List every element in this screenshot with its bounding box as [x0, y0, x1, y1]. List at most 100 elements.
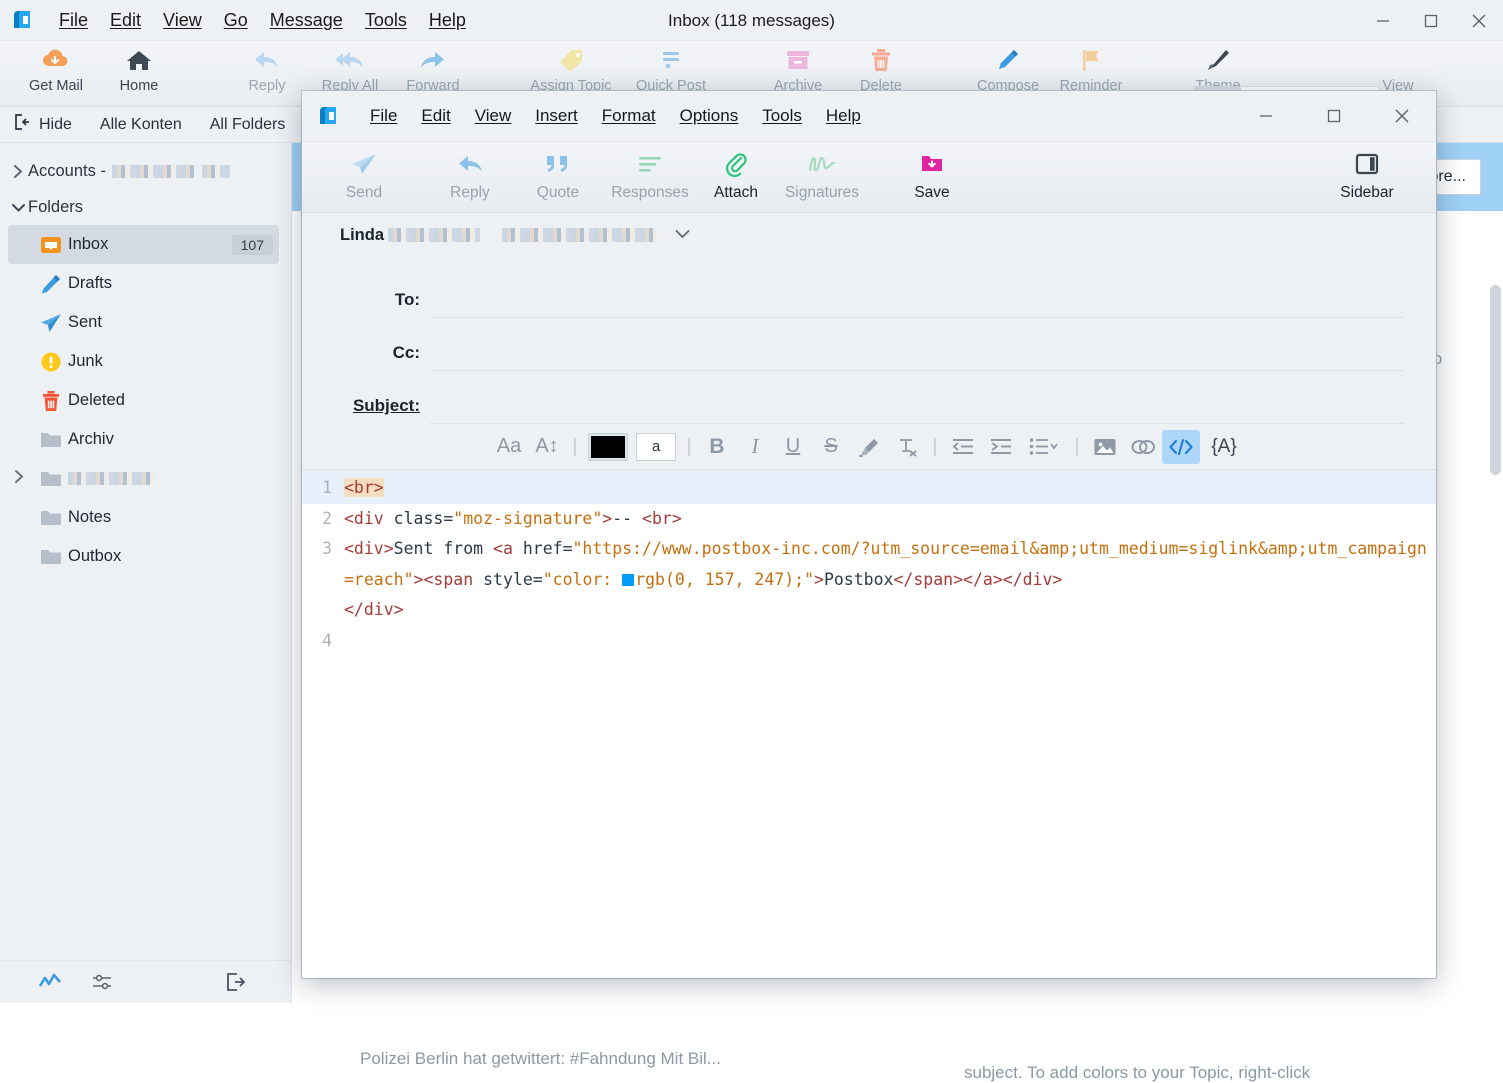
code-line-1-text[interactable]: <br> [344, 473, 1436, 504]
identity-selector[interactable]: Linda [302, 213, 1436, 257]
hide-sidebar-button[interactable]: Hide [0, 114, 86, 135]
sidebar-item-drafts[interactable]: Drafts [8, 264, 279, 303]
all-folders-button[interactable]: All Folders [196, 116, 300, 134]
warning-circle-icon [34, 351, 68, 373]
code-line-3-text[interactable]: <div>Sent from <a href="https://www.post… [344, 534, 1436, 626]
paperclip-icon [723, 148, 749, 180]
quote-button[interactable]: Quote [506, 148, 610, 210]
sidebar-item-deleted[interactable]: Deleted [8, 381, 279, 420]
font-size-button[interactable]: A↕ [528, 430, 566, 464]
compose-window: File Edit View Insert Format Options Too… [302, 91, 1436, 978]
message-snippet-3: subject. To add colors to your Topic, ri… [964, 1063, 1310, 1083]
reply-button-label: Reply [450, 184, 490, 202]
menu-file[interactable]: File [48, 8, 99, 33]
message-snippet-1: Polizei Berlin hat getwittert: #Fahndung… [360, 1049, 721, 1069]
close-button[interactable] [1455, 0, 1503, 41]
exit-icon[interactable] [210, 973, 262, 991]
menu-message-label: Message [270, 10, 343, 30]
signatures-button[interactable]: Signatures [770, 148, 874, 210]
toolbar-get-mail[interactable]: Get Mail [8, 45, 104, 103]
code-line-2-text[interactable]: <div class="moz-signature">-- <br> [344, 504, 1436, 535]
sidebar-item-notes[interactable]: Notes [8, 498, 279, 537]
reply-arrow-icon [455, 148, 485, 180]
compose-menu-options-label: Options [680, 106, 739, 125]
cc-input[interactable] [430, 318, 1404, 371]
compose-close-button[interactable] [1368, 91, 1436, 141]
save-button[interactable]: Save [880, 148, 984, 210]
sidebar-item-junk[interactable]: Junk [8, 342, 279, 381]
html-source-button[interactable] [1162, 430, 1200, 464]
sidebar-toggle-button[interactable]: Sidebar [1315, 148, 1419, 210]
menu-message[interactable]: Message [259, 8, 354, 33]
message-list-scrollbar[interactable] [1490, 285, 1501, 475]
all-accounts-button[interactable]: Alle Konten [86, 116, 196, 134]
send-button[interactable]: Send [312, 148, 416, 210]
sidebar-item-sent[interactable]: Sent [8, 303, 279, 342]
html-source-editor[interactable]: 1 <br> 2 <div class="moz-signature">-- <… [302, 473, 1436, 978]
activity-chart-icon[interactable] [24, 973, 76, 991]
indent-button[interactable] [982, 430, 1020, 464]
sidebar-item-sent-label: Sent [68, 313, 279, 332]
to-input[interactable] [430, 265, 1404, 318]
compose-maximize-button[interactable] [1300, 91, 1368, 141]
italic-button[interactable]: I [736, 430, 774, 464]
compose-menu-help[interactable]: Help [814, 104, 873, 128]
compose-menu-insert[interactable]: Insert [523, 104, 590, 128]
folders-section-header[interactable]: Folders [0, 189, 291, 225]
insert-variable-button[interactable]: {A} [1200, 430, 1248, 464]
menu-view[interactable]: View [152, 8, 213, 33]
toolbar-reply-label: Reply [248, 78, 285, 94]
compose-menu-edit[interactable]: Edit [409, 104, 462, 128]
compose-minimize-button[interactable] [1232, 91, 1300, 141]
compose-menu-format[interactable]: Format [590, 104, 668, 128]
main-menubar: File Edit View Go Message Tools Help [0, 0, 1503, 41]
accounts-section-header[interactable]: Accounts - [0, 153, 291, 189]
font-family-button[interactable]: Aa [490, 430, 528, 464]
clear-formatting-button[interactable] [888, 430, 926, 464]
compose-menu-help-label: Help [826, 106, 861, 125]
account-name-redacted [112, 165, 194, 178]
compose-menu-edit-label: Edit [421, 106, 450, 125]
account-name-redacted-2 [202, 165, 230, 178]
line-number-4: 4 [302, 626, 344, 657]
compose-menu-tools[interactable]: Tools [750, 104, 814, 128]
sidebar-item-archiv[interactable]: Archiv [8, 420, 279, 459]
sidebar-panel-icon [1354, 148, 1380, 180]
outdent-button[interactable] [944, 430, 982, 464]
hide-panel-icon [14, 114, 32, 135]
toolbar-reply[interactable]: Reply [219, 45, 315, 103]
sidebar-item-redacted-folder[interactable] [8, 459, 279, 498]
menu-go[interactable]: Go [213, 8, 259, 33]
code-line-1: 1 <br> [302, 473, 1436, 504]
underline-button[interactable]: U [774, 430, 812, 464]
toolbar-home[interactable]: Home [91, 45, 187, 103]
compose-menu-file-label: File [370, 106, 397, 125]
chevron-right-icon[interactable] [14, 469, 25, 488]
minimize-button[interactable] [1359, 0, 1407, 41]
compose-menu-file[interactable]: File [358, 104, 409, 128]
separator-1: | [566, 430, 584, 464]
chevron-down-icon[interactable] [675, 226, 690, 244]
pencil-icon [995, 45, 1021, 75]
insert-link-button[interactable] [1124, 430, 1162, 464]
bold-button[interactable]: B [698, 430, 736, 464]
compose-menu-options[interactable]: Options [668, 104, 751, 128]
menu-tools[interactable]: Tools [354, 8, 418, 33]
sidebar-item-inbox[interactable]: Inbox 107 [8, 225, 279, 264]
strikethrough-button[interactable]: S [812, 430, 850, 464]
menu-edit[interactable]: Edit [99, 8, 152, 33]
send-button-label: Send [346, 184, 382, 202]
text-color-swatch[interactable] [584, 430, 632, 464]
subject-input[interactable] [430, 371, 1404, 424]
highlight-color-swatch[interactable]: a [632, 430, 680, 464]
sidebar-item-outbox[interactable]: Outbox [8, 537, 279, 576]
sliders-icon[interactable] [76, 973, 128, 991]
compose-menu-view[interactable]: View [463, 104, 524, 128]
code-line-4-text[interactable] [344, 626, 1436, 657]
highlighter-icon[interactable] [850, 430, 888, 464]
insert-image-button[interactable] [1086, 430, 1124, 464]
sidebar-item-deleted-label: Deleted [68, 391, 279, 410]
bullet-list-button[interactable] [1020, 430, 1068, 464]
menu-help[interactable]: Help [418, 8, 477, 33]
maximize-button[interactable] [1407, 0, 1455, 41]
